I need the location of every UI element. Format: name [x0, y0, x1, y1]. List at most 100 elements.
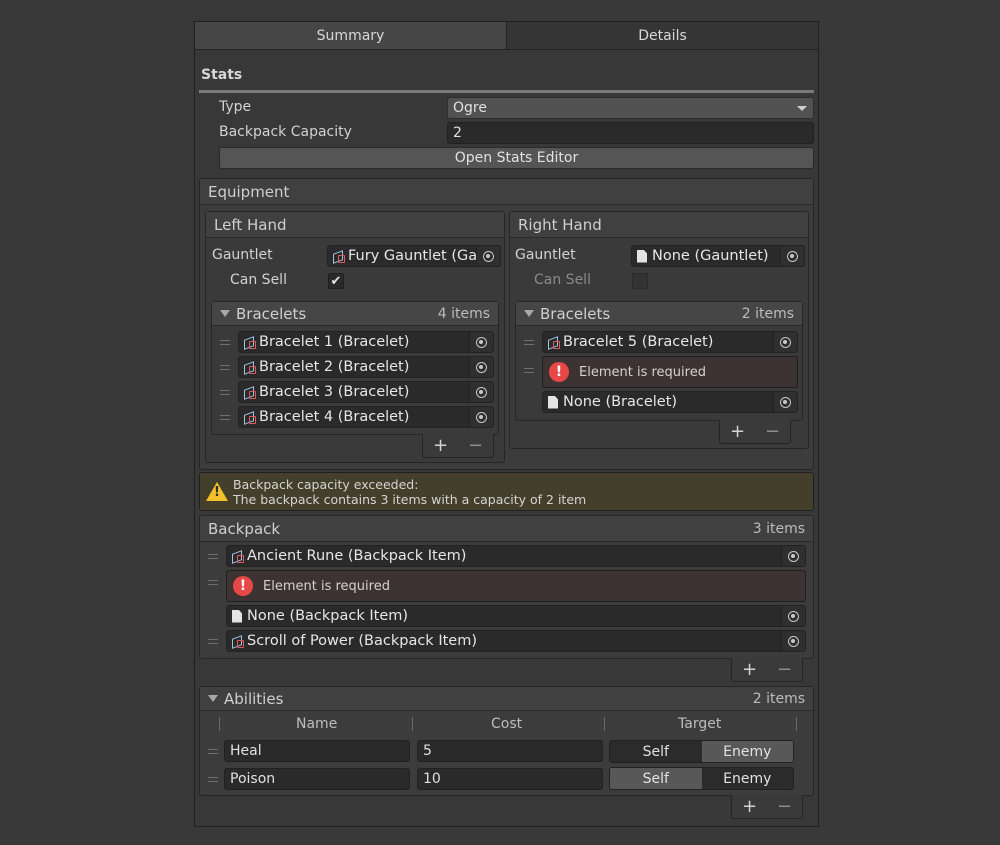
drag-handle-icon[interactable]	[208, 554, 218, 559]
remove-bracelet-button[interactable]: −	[468, 435, 483, 456]
left-can-sell-checkbox[interactable]: ✔	[328, 273, 344, 289]
add-bracelet-button[interactable]: +	[730, 421, 745, 442]
add-backpack-item-button[interactable]: +	[742, 659, 757, 680]
backpack-item-1[interactable]: Ancient Rune (Backpack Item)	[226, 545, 806, 567]
object-picker-icon[interactable]	[781, 606, 805, 626]
column-divider[interactable]	[604, 717, 605, 731]
cube-icon	[231, 550, 244, 563]
left-bracelet-4[interactable]: Bracelet 4 (Bracelet)	[238, 406, 494, 428]
backpack-item-2-value: None (Backpack Item)	[247, 608, 409, 624]
column-divider[interactable]	[796, 717, 797, 731]
abilities-table: Abilities 2 items Name Cost Target Heal …	[199, 686, 814, 796]
object-picker-icon[interactable]	[469, 332, 493, 352]
right-gauntlet-field[interactable]: None (Gauntlet)	[631, 245, 805, 267]
ability-2-name-input[interactable]: Poison	[224, 768, 410, 790]
cube-icon	[243, 411, 256, 424]
right-bracelets-label: Bracelets	[540, 304, 611, 323]
object-picker-icon[interactable]	[469, 357, 493, 377]
ability-2-target-self[interactable]: Self	[610, 768, 702, 789]
drag-handle-icon[interactable]	[220, 390, 230, 395]
left-gauntlet-field[interactable]: Fury Gauntlet (Gau	[327, 245, 501, 267]
ability-2-target-toggle[interactable]: Self Enemy	[609, 767, 794, 790]
remove-ability-button[interactable]: −	[777, 796, 792, 817]
stats-divider	[199, 90, 814, 93]
object-picker-icon[interactable]	[476, 246, 500, 266]
object-picker-icon[interactable]	[780, 246, 804, 266]
left-bracelet-1-value: Bracelet 1 (Bracelet)	[259, 334, 410, 350]
object-picker-icon[interactable]	[781, 631, 805, 651]
drag-handle-icon[interactable]	[208, 639, 218, 644]
add-bracelet-button[interactable]: +	[433, 435, 448, 456]
right-hand-title: Right Hand	[518, 215, 602, 234]
right-bracelet-2[interactable]: None (Bracelet)	[542, 391, 798, 413]
column-divider[interactable]	[412, 717, 413, 731]
column-header-cost[interactable]: Cost	[491, 716, 522, 732]
backpack-item-2[interactable]: None (Backpack Item)	[226, 605, 806, 627]
right-gauntlet-value: None (Gauntlet)	[652, 248, 769, 264]
equipment-title: Equipment	[208, 182, 290, 201]
left-bracelets-count: 4 items	[437, 305, 490, 322]
left-bracelet-3[interactable]: Bracelet 3 (Bracelet)	[238, 381, 494, 403]
backpack-title: Backpack	[208, 519, 281, 538]
right-bracelet-1[interactable]: Bracelet 5 (Bracelet)	[542, 331, 798, 353]
column-header-target[interactable]: Target	[678, 716, 721, 732]
drag-handle-icon[interactable]	[524, 340, 534, 345]
backpack-capacity-input[interactable]: 2	[447, 122, 814, 144]
backpack-header: Backpack 3 items	[200, 516, 813, 542]
checkmark-icon: ✔	[330, 273, 342, 289]
foldout-triangle-icon	[524, 310, 534, 317]
ability-1-name-input[interactable]: Heal	[224, 740, 410, 762]
drag-handle-icon[interactable]	[208, 749, 218, 754]
type-dropdown[interactable]: Ogre	[447, 97, 814, 119]
ability-1-cost-input[interactable]: 5	[417, 740, 603, 762]
ability-2-target-enemy[interactable]: Enemy	[701, 768, 793, 789]
backpack-footer: + −	[731, 658, 803, 682]
right-bracelets-header[interactable]: Bracelets 2 items	[516, 302, 802, 326]
equipment-box: Equipment Left Hand Gauntlet Fury Gauntl…	[199, 178, 814, 470]
object-picker-icon[interactable]	[469, 407, 493, 427]
backpack-item-3[interactable]: Scroll of Power (Backpack Item)	[226, 630, 806, 652]
drag-handle-icon[interactable]	[208, 777, 218, 782]
drag-handle-icon[interactable]	[220, 340, 230, 345]
ability-1-target-toggle[interactable]: Self Enemy	[609, 740, 794, 763]
dropdown-caret-icon	[797, 106, 807, 111]
type-label: Type	[219, 99, 252, 115]
backpack-error: ! Element is required	[226, 570, 806, 602]
right-can-sell-checkbox[interactable]	[632, 273, 648, 289]
right-gauntlet-label: Gauntlet	[515, 247, 576, 263]
open-stats-editor-button[interactable]: Open Stats Editor	[219, 147, 814, 169]
drag-handle-icon[interactable]	[220, 415, 230, 420]
object-picker-icon[interactable]	[469, 382, 493, 402]
backpack-list: Backpack 3 items Ancient Rune (Backpack …	[199, 515, 814, 659]
remove-backpack-item-button[interactable]: −	[777, 659, 792, 680]
drag-handle-icon[interactable]	[524, 368, 534, 373]
warning-icon	[206, 482, 228, 501]
left-hand-header: Left Hand	[206, 212, 504, 238]
warning-line-2: The backpack contains 3 items with a cap…	[233, 492, 587, 507]
add-ability-button[interactable]: +	[742, 796, 757, 817]
right-can-sell-label: Can Sell	[534, 272, 591, 288]
object-picker-icon[interactable]	[773, 332, 797, 352]
drag-handle-icon[interactable]	[220, 365, 230, 370]
left-bracelet-1[interactable]: Bracelet 1 (Bracelet)	[238, 331, 494, 353]
column-header-name[interactable]: Name	[296, 716, 337, 732]
left-bracelet-4-value: Bracelet 4 (Bracelet)	[259, 409, 410, 425]
left-bracelet-3-value: Bracelet 3 (Bracelet)	[259, 384, 410, 400]
tab-summary[interactable]: Summary	[195, 22, 507, 50]
object-picker-icon[interactable]	[773, 392, 797, 412]
left-bracelet-2[interactable]: Bracelet 2 (Bracelet)	[238, 356, 494, 378]
left-gauntlet-value: Fury Gauntlet (Gau	[348, 248, 487, 264]
ability-1-target-self[interactable]: Self	[610, 741, 702, 762]
abilities-header[interactable]: Abilities 2 items	[200, 687, 813, 711]
equipment-header: Equipment	[200, 179, 813, 205]
left-bracelets-header[interactable]: Bracelets 4 items	[212, 302, 498, 326]
right-hand-header: Right Hand	[510, 212, 808, 238]
inspector-window: Summary Details Stats Type Ogre Backpack…	[194, 21, 819, 827]
remove-bracelet-button[interactable]: −	[765, 421, 780, 442]
ability-1-target-enemy[interactable]: Enemy	[701, 741, 793, 762]
abilities-title: Abilities	[224, 689, 284, 708]
object-picker-icon[interactable]	[781, 546, 805, 566]
ability-2-cost-input[interactable]: 10	[417, 768, 603, 790]
tab-details[interactable]: Details	[507, 22, 818, 50]
drag-handle-icon[interactable]	[208, 580, 218, 585]
